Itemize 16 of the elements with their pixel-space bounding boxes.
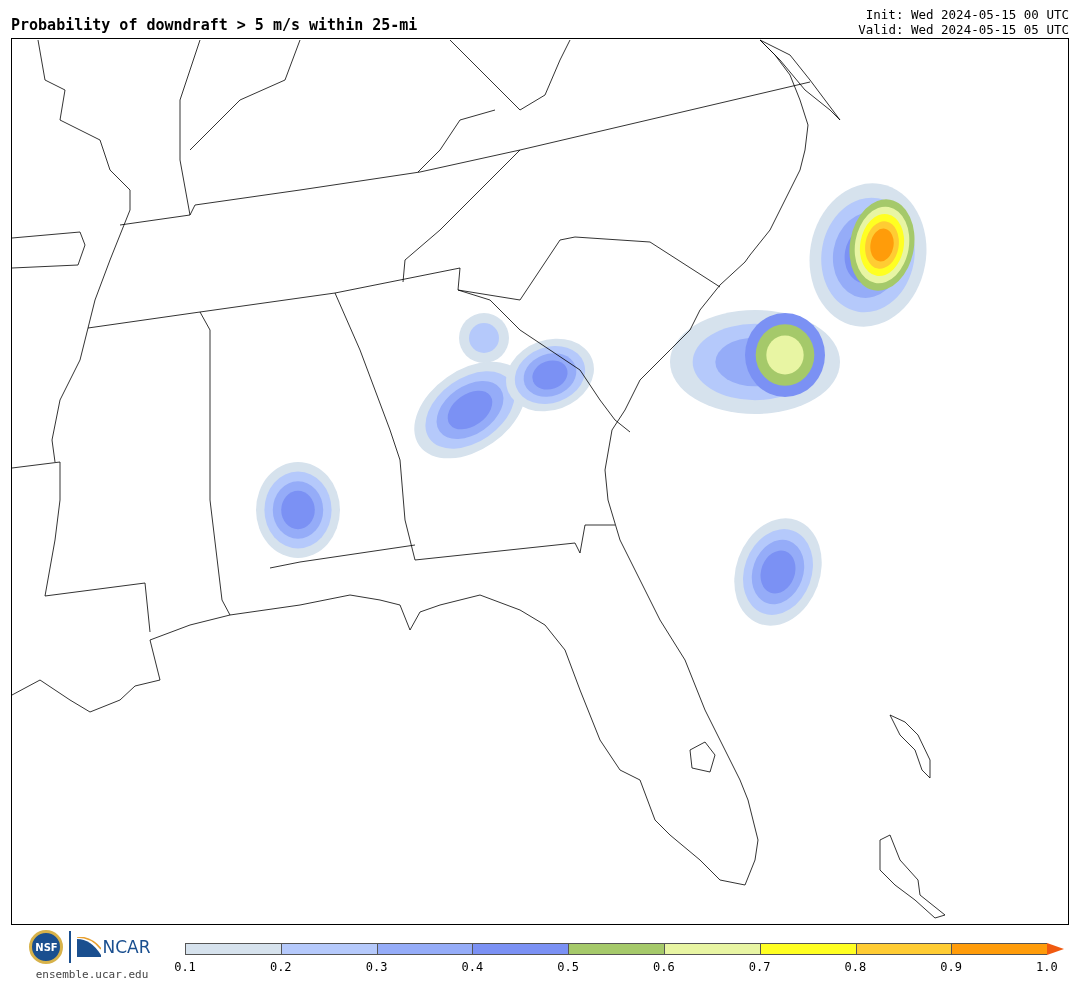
tick-label: 0.5 <box>556 959 580 974</box>
tick-label: 0.6 <box>652 959 676 974</box>
tick-label: 0.4 <box>460 959 485 974</box>
init-time: Init: Wed 2024-05-15 00 UTC <box>865 7 1069 22</box>
tick-label: 0.1 <box>173 959 197 974</box>
valid-time: Valid: Wed 2024-05-15 05 UTC <box>858 22 1069 37</box>
tick-label: 1.0 <box>1035 959 1059 974</box>
chart-title: Probability of downdraft > 5 m/s within 25-mi <box>11 16 418 36</box>
tick-label: 0.7 <box>747 959 772 974</box>
website-url: ensemble.ucar.edu <box>35 968 149 981</box>
tick-label: 0.8 <box>843 959 868 974</box>
nsf-logo: NSF <box>29 930 64 964</box>
ncar-logo: NCAR <box>77 937 151 957</box>
tick-label: 0.2 <box>268 959 293 974</box>
tick-label: 0.9 <box>939 959 963 974</box>
tick-label: 0.3 <box>364 959 389 974</box>
